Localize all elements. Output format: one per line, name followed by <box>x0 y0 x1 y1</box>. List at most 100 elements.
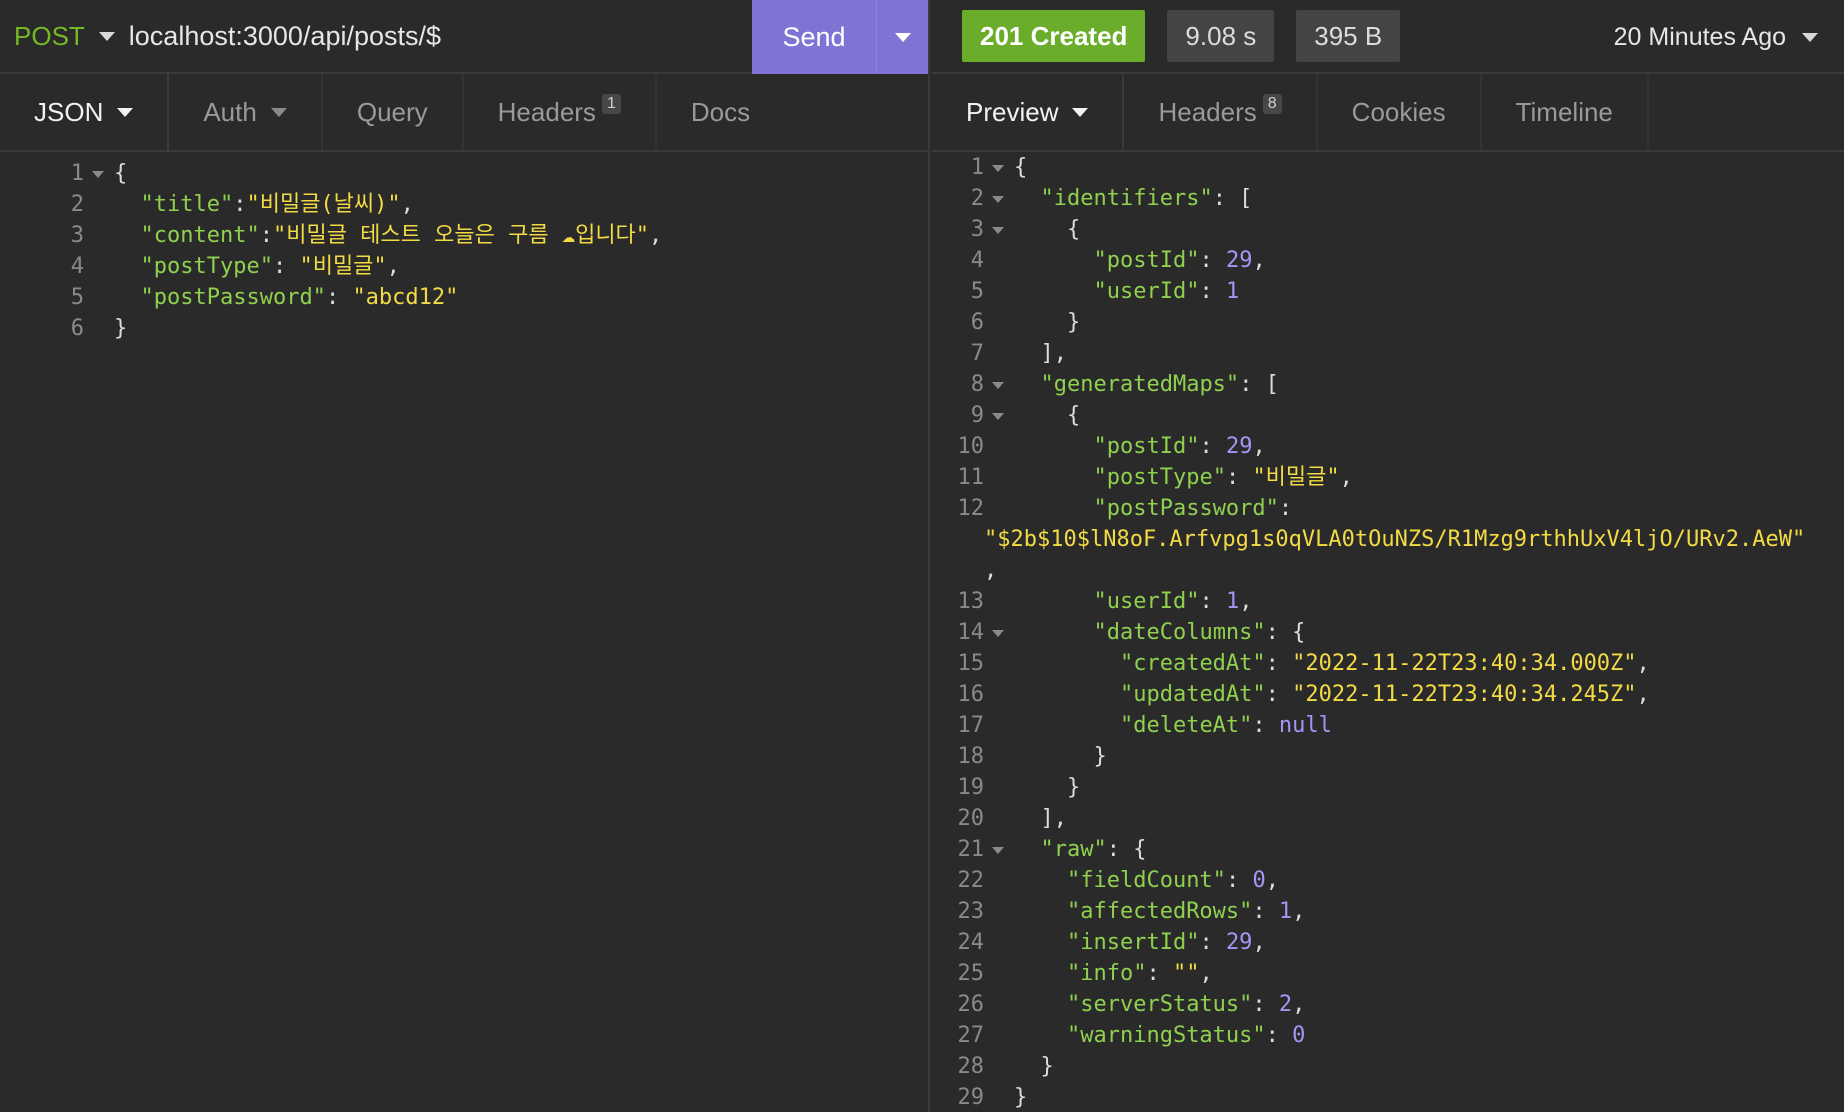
line-number: 27 <box>957 1023 985 1048</box>
code-text: "postPassword": "$2b$10$lN8oF.Arfvpg1s0q… <box>984 496 1806 583</box>
line-number: 23 <box>957 899 985 924</box>
send-button[interactable]: Send <box>752 22 876 53</box>
code-text: "postId": 29, <box>1093 248 1266 273</box>
tab-label: Headers <box>1158 96 1257 127</box>
tab-label: JSON <box>34 96 104 127</box>
code-text: "deleteAt": null <box>1119 713 1332 738</box>
code-line: 28 } <box>932 1051 1844 1082</box>
line-number: 9 <box>932 400 1004 431</box>
request-body-editor[interactable]: 1{2 "title":"비밀글(날씨)", 3 "content":"비밀글 테… <box>0 152 928 344</box>
code-line: 27 "warningStatus": 0 <box>932 1020 1844 1051</box>
line-number: 25 <box>957 961 985 986</box>
code-line: 5 "postPassword": "abcd12" <box>0 282 928 313</box>
code-line: 19 } <box>932 772 1844 803</box>
line-number: 5 <box>970 279 984 304</box>
tab-headers[interactable]: Headers 1 <box>464 74 657 150</box>
code-line: 8 "generatedMaps": [ <box>932 369 1844 400</box>
code-line: 25 "info": "", <box>932 958 1844 989</box>
tab-preview[interactable]: Preview <box>932 74 1125 150</box>
code-text: "userId": 1, <box>1093 589 1253 614</box>
tab-label: Cookies <box>1351 96 1446 127</box>
line-number: 5 <box>70 285 84 310</box>
count-badge: 1 <box>601 94 621 114</box>
code-line: 17 "deleteAt": null <box>932 710 1844 741</box>
insomnia-app: POST localhost:3000/api/posts/$ Send JSO… <box>0 0 1844 1112</box>
tab-timeline[interactable]: Timeline <box>1482 74 1649 150</box>
send-options-button[interactable] <box>876 0 928 74</box>
code-line: 3 "content":"비밀글 테스트 오늘은 구름 ☁입니다", <box>0 220 928 251</box>
method-label: POST <box>14 20 85 51</box>
code-line: 15 "createdAt": "2022-11-22T23:40:34.000… <box>932 648 1844 679</box>
code-line: 29} <box>932 1082 1844 1112</box>
code-text: "warningStatus": 0 <box>1066 1023 1306 1048</box>
response-time-badge: 9.08 s <box>1167 10 1275 62</box>
chevron-down-icon <box>117 107 134 117</box>
tab-docs[interactable]: Docs <box>657 74 784 150</box>
code-line: 20 ], <box>932 803 1844 834</box>
code-line: 6 } <box>932 307 1844 338</box>
code-text: { <box>114 161 128 186</box>
code-text: } <box>1014 1054 1054 1079</box>
chevron-down-icon <box>1802 32 1818 42</box>
response-tabs: Preview Headers 8 Cookies Timeline <box>932 74 1844 152</box>
tab-label: Timeline <box>1515 96 1613 127</box>
tab-auth[interactable]: Auth <box>169 74 323 150</box>
code-line: 5 "userId": 1 <box>932 276 1844 307</box>
tab-query[interactable]: Query <box>323 74 464 150</box>
code-text: "raw": { <box>1040 837 1147 862</box>
code-text: "updatedAt": "2022-11-22T23:40:34.245Z", <box>1119 682 1650 707</box>
send-button-group: Send <box>752 0 928 74</box>
status-badge: 201 Created <box>962 10 1146 62</box>
code-line: 3 { <box>932 214 1844 245</box>
history-label: 20 Minutes Ago <box>1613 22 1786 51</box>
tab-label: Headers <box>497 96 596 127</box>
code-line: 22 "fieldCount": 0, <box>932 865 1844 896</box>
code-text: } <box>1014 310 1081 335</box>
line-number: 12 <box>957 496 985 521</box>
line-number: 13 <box>957 589 985 614</box>
line-number: 24 <box>957 930 985 955</box>
count-badge: 8 <box>1262 94 1282 114</box>
code-line: 10 "postId": 29, <box>932 431 1844 462</box>
chevron-down-icon <box>270 107 287 117</box>
code-line: 12 "postPassword": "$2b$10$lN8oF.Arfvpg1… <box>932 493 1844 586</box>
line-number: 10 <box>957 434 985 459</box>
tab-label: Query <box>356 96 428 127</box>
line-number: 19 <box>957 775 985 800</box>
code-text: ], <box>1014 806 1068 831</box>
code-text: "content":"비밀글 테스트 오늘은 구름 ☁입니다", <box>140 223 663 248</box>
code-line: 13 "userId": 1, <box>932 586 1844 617</box>
code-line: 26 "serverStatus": 2, <box>932 989 1844 1020</box>
code-line: 1{ <box>932 152 1844 183</box>
code-text: "insertId": 29, <box>1066 930 1266 955</box>
code-line: 1{ <box>0 158 928 189</box>
chevron-down-icon <box>894 32 911 42</box>
tab-json[interactable]: JSON <box>0 74 170 150</box>
code-text: "fieldCount": 0, <box>1066 868 1279 893</box>
code-line: 4 "postId": 29, <box>932 245 1844 276</box>
line-number: 16 <box>957 682 985 707</box>
tab-response-headers[interactable]: Headers 8 <box>1124 74 1318 150</box>
code-text: { <box>1014 155 1028 180</box>
code-text: "postType": "비밀글", <box>1093 465 1353 490</box>
code-text: "title":"비밀글(날씨)", <box>140 192 414 217</box>
line-number: 1 <box>0 158 104 189</box>
line-number: 22 <box>957 868 985 893</box>
code-text: } <box>1014 1085 1028 1110</box>
tab-cookies[interactable]: Cookies <box>1318 74 1482 150</box>
tab-label: Preview <box>966 96 1059 127</box>
code-text: "affectedRows": 1, <box>1066 899 1306 924</box>
code-line: 6} <box>0 313 928 344</box>
request-pane: POST localhost:3000/api/posts/$ Send JSO… <box>0 0 930 1112</box>
code-text: "info": "", <box>1066 961 1213 986</box>
tab-label: Docs <box>690 96 751 127</box>
line-number: 6 <box>970 310 984 335</box>
code-line: 14 "dateColumns": { <box>932 617 1844 648</box>
response-size-badge: 395 B <box>1296 10 1401 62</box>
line-number: 4 <box>70 254 84 279</box>
code-text: "serverStatus": 2, <box>1066 992 1306 1017</box>
history-dropdown[interactable]: 20 Minutes Ago <box>1614 0 1818 74</box>
line-number: 15 <box>957 651 985 676</box>
method-selector[interactable]: POST <box>0 0 115 72</box>
code-line: 2 "identifiers": [ <box>932 183 1844 214</box>
